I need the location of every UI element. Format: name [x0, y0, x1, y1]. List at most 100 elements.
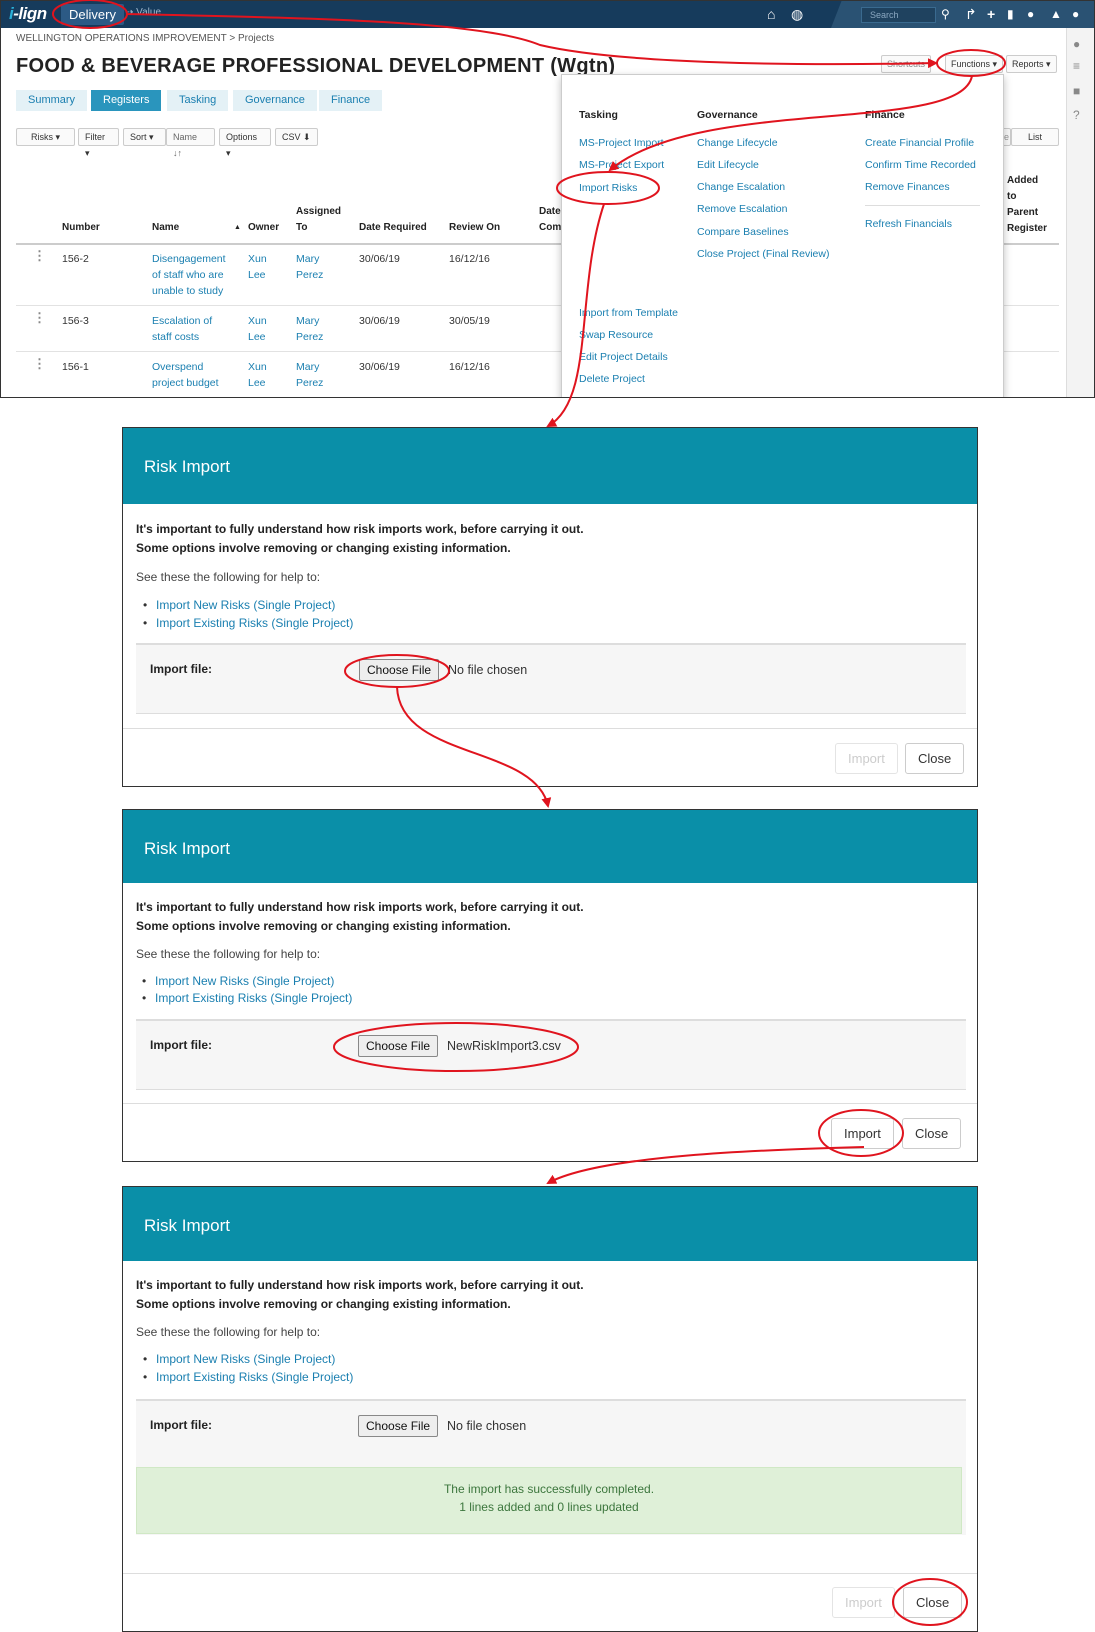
sort-dropdown[interactable]: Sort ▾ [123, 128, 166, 146]
warning-line-2: Some options involve removing or changin… [136, 541, 511, 555]
comment-icon[interactable]: ● [1073, 37, 1080, 51]
nav-delivery[interactable]: Delivery [61, 4, 124, 25]
table-cell: 16/12/16 [449, 253, 490, 265]
csv-export-button[interactable]: CSV ⬇ [275, 128, 318, 146]
menu-remove-escalation[interactable]: Remove Escalation [697, 203, 787, 215]
functions-button[interactable]: Functions ▾ [945, 55, 1004, 73]
col-date-completed[interactable]: Date Com [539, 204, 561, 236]
choose-file-button[interactable]: Choose File [358, 1035, 439, 1057]
bell-icon[interactable]: ▲ [1050, 6, 1062, 22]
row-menu-icon[interactable]: ⋮ [33, 249, 46, 262]
dialog-header: Risk Import [123, 810, 977, 883]
menu-ms-project-export[interactable]: MS-Project Export [579, 159, 664, 171]
import-button[interactable]: Import [831, 1118, 894, 1149]
functions-menu: Tasking MS-Project Import MS-Project Exp… [561, 74, 1004, 397]
col-date-required[interactable]: Date Required [359, 220, 427, 236]
assignee-link[interactable]: Mary Perez [296, 251, 323, 283]
warning-line-1: It's important to fully understand how r… [136, 1278, 584, 1292]
risk-name-link[interactable]: Overspend project budget [152, 359, 219, 391]
tab-finance[interactable]: Finance [319, 90, 383, 111]
choose-file-button[interactable]: Choose File [359, 659, 440, 681]
risk-name-link[interactable]: Escalation of staff costs [152, 313, 212, 345]
menu-import-from-template[interactable]: Import from Template [579, 307, 678, 319]
search-input[interactable]: Search [861, 7, 936, 23]
menu-remove-finances[interactable]: Remove Finances [865, 181, 950, 193]
help-link-new-risks[interactable]: Import New Risks (Single Project) [142, 974, 334, 988]
menu-edit-lifecycle[interactable]: Edit Lifecycle [697, 159, 759, 171]
menu-confirm-time-recorded[interactable]: Confirm Time Recorded [865, 159, 976, 171]
search-icon[interactable]: ⚲ [941, 6, 950, 22]
row-menu-icon[interactable]: ⋮ [33, 357, 46, 370]
close-button[interactable]: Close [903, 1587, 963, 1618]
tab-tasking[interactable]: Tasking [167, 90, 229, 111]
menu-refresh-financials[interactable]: Refresh Financials [865, 218, 952, 230]
menu-compare-baselines[interactable]: Compare Baselines [697, 226, 789, 238]
tab-registers[interactable]: Registers [91, 90, 162, 111]
help-intro: See these the following for help to: [136, 570, 321, 584]
risk-import-dialog-success: Risk Import It's important to fully unde… [122, 1186, 978, 1632]
reports-button[interactable]: Reports ▾ [1006, 55, 1057, 73]
help-link-new-risks[interactable]: Import New Risks (Single Project) [143, 598, 335, 612]
menu-edit-project-details[interactable]: Edit Project Details [579, 351, 668, 363]
risk-import-dialog-empty: Risk Import It's important to fully unde… [122, 427, 978, 787]
filter-dropdown[interactable]: Filter ▾ [78, 128, 119, 158]
assignee-link[interactable]: Mary Perez [296, 313, 323, 345]
breadcrumb[interactable]: WELLINGTON OPERATIONS IMPROVEMENT > Proj… [16, 33, 274, 44]
close-button[interactable]: Close [902, 1118, 962, 1149]
import-button[interactable]: Import [832, 1587, 895, 1618]
menu-delete-project[interactable]: Delete Project [579, 373, 645, 385]
col-assigned[interactable]: Assigned To [296, 204, 341, 236]
menu-heading-finance: Finance [865, 109, 905, 121]
col-number[interactable]: Number [62, 220, 100, 236]
menu-create-financial-profile[interactable]: Create Financial Profile [865, 137, 974, 149]
col-name[interactable]: Name [152, 220, 179, 236]
row-menu-icon[interactable]: ⋮ [33, 311, 46, 324]
nav-value[interactable]: ⇢ Value [125, 7, 161, 18]
col-review-on[interactable]: Review On [449, 220, 500, 236]
col-added-to-parent[interactable]: Added to Parent Register [1007, 173, 1047, 237]
help-link-existing-risks[interactable]: Import Existing Risks (Single Project) [143, 1370, 353, 1384]
user-icon[interactable]: ● [1072, 6, 1079, 22]
choose-file-button[interactable]: Choose File [358, 1415, 439, 1437]
owner-link[interactable]: Xun Lee [248, 359, 267, 391]
menu-divider [865, 205, 980, 206]
table-cell: 156-3 [62, 315, 89, 327]
menu-change-escalation[interactable]: Change Escalation [697, 181, 785, 193]
plus-icon[interactable]: + [987, 6, 995, 22]
risk-name-link[interactable]: Disengagement of staff who are unable to s… [152, 251, 226, 299]
globe-icon[interactable]: ◍ [791, 6, 803, 22]
menu-change-lifecycle[interactable]: Change Lifecycle [697, 137, 778, 149]
shortcuts-button[interactable]: Shortcuts [881, 55, 932, 73]
close-button[interactable]: Close [905, 743, 965, 774]
menu-import-risks[interactable]: Import Risks [579, 182, 637, 194]
import-button[interactable]: Import [835, 743, 898, 774]
help-link-existing-risks[interactable]: Import Existing Risks (Single Project) [143, 616, 353, 630]
download-icon: ⬇ [303, 132, 311, 142]
menu-close-project[interactable]: Close Project (Final Review) [697, 248, 829, 260]
tab-governance[interactable]: Governance [233, 90, 317, 111]
options-dropdown[interactable]: Options ▾ [219, 128, 271, 158]
owner-link[interactable]: Xun Lee [248, 313, 267, 345]
share-icon[interactable]: ↱ [965, 6, 977, 22]
tab-summary[interactable]: Summary [16, 90, 88, 111]
help-icon[interactable]: ? [1073, 108, 1080, 122]
chat-icon[interactable]: ● [1027, 6, 1034, 22]
table-cell: 30/06/19 [359, 315, 400, 327]
menu-ms-project-import[interactable]: MS-Project Import [579, 137, 664, 149]
assignee-link[interactable]: Mary Perez [296, 359, 323, 391]
risks-dropdown[interactable]: Risks ▾ [16, 128, 75, 146]
table-cell: 156-1 [62, 361, 89, 373]
owner-link[interactable]: Xun Lee [248, 251, 267, 283]
dialog-footer-divider [123, 728, 977, 729]
col-owner[interactable]: Owner [248, 220, 279, 236]
lock-icon[interactable]: ■ [1073, 84, 1080, 98]
bookmark-icon[interactable]: ▮ [1007, 6, 1014, 22]
view-toggle-list[interactable]: List [1011, 128, 1059, 146]
risk-import-dialog-file-selected: Risk Import It's important to fully unde… [122, 809, 978, 1162]
help-link-new-risks[interactable]: Import New Risks (Single Project) [143, 1352, 335, 1366]
list-icon[interactable]: ≡ [1073, 59, 1080, 73]
menu-swap-resource[interactable]: Swap Resource [579, 329, 653, 341]
help-link-existing-risks[interactable]: Import Existing Risks (Single Project) [142, 991, 352, 1005]
home-icon[interactable]: ⌂ [767, 6, 775, 22]
sort-field[interactable]: Name ↓↑ [166, 128, 215, 158]
